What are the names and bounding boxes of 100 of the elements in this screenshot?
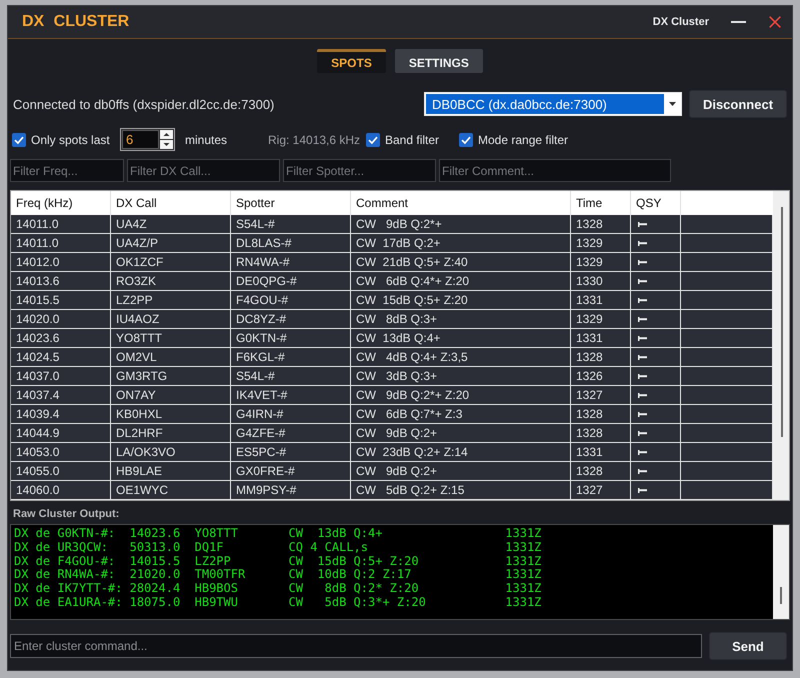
disconnect-button[interactable]: Disconnect [689, 90, 787, 118]
table-cell: 14044.9 [11, 424, 111, 442]
scrollbar-thumb[interactable] [781, 207, 783, 437]
bar-icon[interactable] [638, 354, 647, 360]
filter-field[interactable]: Filter Freq... [10, 159, 124, 182]
table-cell: 1329 [571, 234, 631, 252]
close-icon[interactable] [769, 16, 781, 28]
table-cell: 14015.5 [11, 291, 111, 309]
table-cell: 14037.4 [11, 386, 111, 404]
filter-field[interactable]: Filter Comment... [439, 159, 671, 182]
column-header[interactable]: Freq (kHz) [11, 191, 111, 215]
bar-icon[interactable] [638, 240, 647, 246]
table-cell: 14011.0 [11, 234, 111, 252]
column-header[interactable]: Spotter [231, 191, 351, 215]
table-cell: 14024.5 [11, 348, 111, 366]
bar-icon[interactable] [638, 298, 647, 302]
table-cell: CW 6dB Q:4*+ Z:20 [351, 272, 571, 290]
tab[interactable]: SETTINGS [394, 49, 483, 73]
send-button[interactable]: Send [709, 632, 787, 660]
column-header[interactable]: Comment [351, 191, 571, 215]
scrollbar[interactable] [773, 525, 789, 619]
number-field[interactable]: 6 [122, 130, 159, 149]
table-cell: G4IRN-# [231, 405, 351, 423]
table-cell: LA/OK3VO [111, 443, 231, 461]
bar-icon[interactable] [638, 488, 647, 492]
column-header[interactable]: QSY [631, 191, 681, 215]
bar-icon[interactable] [638, 412, 647, 416]
table-cell: G4ZFE-# [231, 424, 351, 442]
table-cell: 1328 [571, 424, 631, 442]
table-cell: CW 9dB Q:2*+ Z:20 [351, 386, 571, 404]
bar-icon[interactable] [638, 430, 647, 436]
bar-icon[interactable] [638, 336, 647, 340]
table-cell: ON7AY [111, 386, 231, 404]
console-line: DX de F4GOU-#: 14015.5 LZ2PP CW 15dB Q:5+ Z:20 1331Z [14, 554, 542, 568]
checkbox[interactable] [459, 132, 473, 146]
table-cell: S54L-# [231, 367, 351, 385]
table-cell: 1328 [571, 462, 631, 480]
column-header[interactable]: Time [571, 191, 631, 215]
bar-icon[interactable] [638, 278, 647, 284]
table-cell: OK1ZCF [111, 253, 231, 271]
table-cell: 14023.6 [11, 329, 111, 347]
spinbox[interactable]: 6 [120, 128, 175, 151]
table-cell: CW 23dB Q:2+ Z:14 [351, 443, 571, 461]
table-cell: CW 15dB Q:5+ Z:20 [351, 291, 571, 309]
table-cell: OE1WYC [111, 481, 231, 499]
table-cell: GM3RTG [111, 367, 231, 385]
column-header[interactable]: DX Call [111, 191, 231, 215]
table-cell: 14037.0 [11, 367, 111, 385]
table-cell: CW 9dB Q:2*+ [351, 215, 571, 233]
minutes-label: minutes [185, 132, 228, 146]
bar-icon[interactable] [638, 450, 647, 454]
rig-frequency: Rig: 14013,6 kHz [268, 132, 360, 146]
console-line: DX de UR3QCW: 50313.0 DQ1F CQ 4 CALL,s 1331Z [14, 540, 542, 555]
table-cell: DL2HRF [111, 424, 231, 442]
table-cell: 14020.0 [11, 310, 111, 328]
table-cell: 14055.0 [11, 462, 111, 480]
bar-icon[interactable] [638, 222, 647, 226]
table-cell: 1328 [571, 348, 631, 366]
table-cell: 14060.0 [11, 481, 111, 499]
table-cell: 1331 [571, 329, 631, 347]
filter-field[interactable]: Filter Spotter... [283, 159, 436, 182]
table-cell: UA4Z/P [111, 234, 231, 252]
table-cell: HB9LAE [111, 462, 231, 480]
filter-field[interactable]: Filter DX Call... [127, 159, 280, 182]
table-cell: 14012.0 [11, 253, 111, 271]
tab[interactable]: SPOTS [317, 49, 386, 73]
section-label: Raw Cluster Output: [12, 507, 120, 521]
table-cell: 14011.0 [11, 215, 111, 233]
table-cell: 1330 [571, 272, 631, 290]
checkbox-label: Only spots last [31, 132, 110, 146]
scrollbar[interactable] [773, 191, 789, 500]
bar-icon[interactable] [638, 392, 647, 398]
checkbox[interactable] [12, 132, 26, 146]
server-dropdown[interactable]: DB0BCC (dx.da0bcc.de:7300) [424, 92, 682, 116]
table-cell: S54L-# [231, 215, 351, 233]
table-cell: CW 8dB Q:3+ [351, 310, 571, 328]
table-cell: CW 21dB Q:5+ Z:40 [351, 253, 571, 271]
checkbox[interactable] [366, 132, 380, 146]
caret-icon[interactable] [669, 102, 676, 106]
checkbox-label: Band filter [385, 132, 440, 146]
table-cell: MM9PSY-# [231, 481, 351, 499]
table-cell: LZ2PP [111, 291, 231, 309]
table-cell: F6KGL-# [231, 348, 351, 366]
bar-icon[interactable] [638, 316, 647, 322]
window-title: DX Cluster [652, 16, 709, 28]
bar-icon[interactable] [638, 260, 647, 264]
table-cell: 1327 [571, 386, 631, 404]
command-field[interactable]: Enter cluster command... [10, 634, 702, 658]
bar-icon[interactable] [638, 468, 647, 474]
bar-icon[interactable] [638, 374, 647, 378]
table-cell: CW 13dB Q:4+ [351, 329, 571, 347]
table-cell: 1327 [571, 481, 631, 499]
console-line: DX de G0KTN-#: 14023.6 YO8TTT CW 13dB Q:4+ 1331Z [14, 527, 542, 541]
table-cell: 1331 [571, 291, 631, 309]
table-cell: 14039.4 [11, 405, 111, 423]
table-cell: YO8TTT [111, 329, 231, 347]
table-cell: CW 4dB Q:4+ Z:3,5 [351, 348, 571, 366]
table-cell: DC8YZ-# [231, 310, 351, 328]
scrollbar-thumb[interactable] [780, 587, 782, 604]
checkbox-label: Mode range filter [478, 132, 568, 146]
